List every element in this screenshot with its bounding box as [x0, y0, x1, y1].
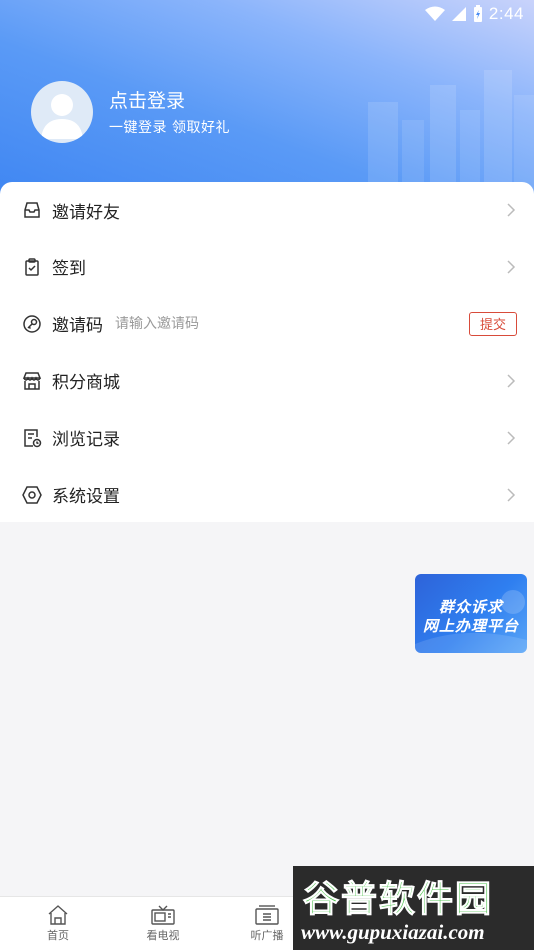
- menu-item-label: 签到: [52, 259, 86, 279]
- tab-label: 听广播: [250, 929, 284, 942]
- banner-line2: 网上办理平台: [422, 617, 519, 635]
- radio-icon: [255, 905, 279, 925]
- watermark-title: 谷普软件园: [302, 879, 494, 921]
- battery-icon: [473, 5, 482, 22]
- user-avatar-icon: [41, 94, 83, 139]
- appeal-platform-banner[interactable]: 群众诉求 网上办理平台: [415, 574, 527, 653]
- menu-item-invite-code: 邀请码 提交: [0, 295, 534, 352]
- banner-line1: 群众诉求: [438, 598, 503, 616]
- avatar[interactable]: [31, 81, 93, 143]
- chevron-right-icon: [507, 373, 516, 388]
- tab-home[interactable]: 首页: [28, 905, 88, 943]
- menu-item-sign-in[interactable]: 签到: [0, 238, 534, 295]
- profile-header: 2:44 点击登录 一键登录 领取好礼: [0, 0, 534, 200]
- menu-item-invite-friends[interactable]: 邀请好友: [0, 182, 534, 238]
- status-time: 2:44: [488, 4, 524, 23]
- submit-button[interactable]: 提交: [469, 311, 517, 336]
- tab-radio[interactable]: 听广播: [237, 905, 297, 943]
- settings-hex-icon: [22, 485, 42, 505]
- watermark-url: www.gupuxiazai.com: [301, 920, 485, 944]
- login-subtitle[interactable]: 一键登录 领取好礼: [109, 117, 230, 137]
- tab-label: 首页: [47, 929, 69, 942]
- invite-code-input[interactable]: [115, 315, 255, 332]
- inbox-icon: [22, 200, 42, 220]
- home-icon: [48, 905, 68, 925]
- menu-item-points-mall[interactable]: 积分商城: [0, 352, 534, 409]
- menu-list: 邀请好友 签到 邀请码 提交 积分商城 浏览记录 系统设置: [0, 182, 534, 522]
- tv-icon: [151, 905, 175, 925]
- key-icon: [22, 314, 42, 334]
- chevron-right-icon: [507, 487, 516, 502]
- clipboard-check-icon: [22, 257, 42, 277]
- menu-item-label: 邀请码: [52, 316, 103, 336]
- menu-item-label: 浏览记录: [52, 430, 120, 450]
- menu-item-browse-history[interactable]: 浏览记录: [0, 409, 534, 466]
- signal-icon: [451, 7, 466, 21]
- menu-item-label: 邀请好友: [52, 202, 120, 223]
- chevron-right-icon: [507, 430, 516, 445]
- tab-tv[interactable]: 看电视: [133, 905, 193, 943]
- menu-item-settings[interactable]: 系统设置: [0, 466, 534, 523]
- store-icon: [22, 371, 42, 391]
- status-bar: 2:44: [0, 0, 534, 28]
- tab-label: 看电视: [146, 929, 180, 942]
- chevron-right-icon: [507, 203, 516, 217]
- menu-item-label: 系统设置: [52, 487, 120, 507]
- login-title[interactable]: 点击登录: [109, 86, 185, 113]
- history-doc-icon: [22, 428, 42, 448]
- wifi-icon: [424, 6, 445, 21]
- site-watermark: 谷普软件园 www.gupuxiazai.com: [293, 866, 534, 950]
- menu-item-label: 积分商城: [52, 373, 120, 393]
- chevron-right-icon: [507, 259, 516, 274]
